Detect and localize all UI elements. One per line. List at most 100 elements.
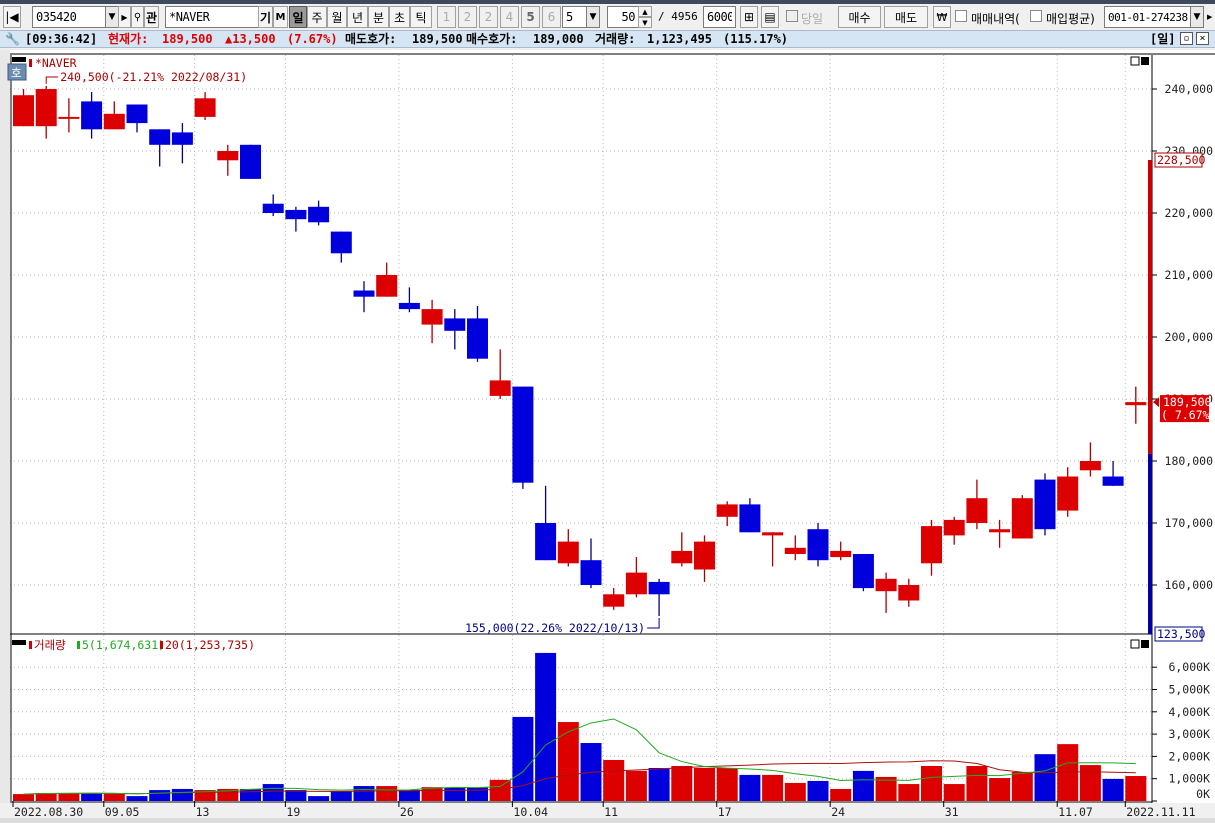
volume-bar[interactable] xyxy=(512,716,534,801)
volume-bar[interactable] xyxy=(807,780,829,801)
candle-body[interactable] xyxy=(353,290,375,297)
candle-body[interactable] xyxy=(13,95,34,127)
candle-body[interactable] xyxy=(398,302,420,310)
candle-body[interactable] xyxy=(285,209,307,220)
candle-body[interactable] xyxy=(444,318,466,331)
candle-body[interactable] xyxy=(648,581,670,595)
volume-bar[interactable] xyxy=(830,788,852,801)
candle-body[interactable] xyxy=(1125,402,1147,406)
candle-body[interactable] xyxy=(830,550,852,558)
candle-body[interactable] xyxy=(694,541,715,570)
volume-bar[interactable] xyxy=(694,767,715,801)
volume-bar[interactable] xyxy=(784,782,806,801)
candle-body[interactable] xyxy=(625,572,647,595)
volume-bar[interactable] xyxy=(943,784,965,801)
candle-body[interactable] xyxy=(330,231,352,254)
volume-bar[interactable] xyxy=(489,779,511,801)
volume-bar[interactable] xyxy=(1079,765,1101,801)
candle-body[interactable] xyxy=(489,380,511,396)
panel-close-button-1[interactable] xyxy=(1141,640,1149,648)
volume-bar[interactable] xyxy=(398,789,420,801)
candle-body[interactable] xyxy=(762,532,784,536)
candle-body[interactable] xyxy=(557,541,579,564)
candle-body[interactable] xyxy=(308,206,330,223)
candle-body[interactable] xyxy=(81,101,103,130)
candle-body[interactable] xyxy=(240,144,261,179)
volume-bar[interactable] xyxy=(285,790,307,801)
volume-bar[interactable] xyxy=(13,794,34,801)
candle-body[interactable] xyxy=(966,498,988,523)
volume-bar[interactable] xyxy=(921,765,942,801)
candle-body[interactable] xyxy=(35,89,57,127)
volume-bar[interactable] xyxy=(1125,776,1147,801)
candle-body[interactable] xyxy=(58,116,80,119)
volume-bar[interactable] xyxy=(1011,772,1033,801)
volume-bar[interactable] xyxy=(603,759,625,801)
panel-maximize-button-0[interactable] xyxy=(1130,56,1140,66)
candle-body[interactable] xyxy=(467,318,488,359)
volume-bar[interactable] xyxy=(103,793,125,801)
volume-bar[interactable] xyxy=(171,788,193,801)
volume-bar[interactable] xyxy=(762,774,784,801)
volume-bar[interactable] xyxy=(739,774,761,801)
volume-bar[interactable] xyxy=(557,722,579,801)
candle-body[interactable] xyxy=(171,132,193,145)
volume-bar[interactable] xyxy=(648,767,670,801)
panel-close-button-0[interactable] xyxy=(1141,57,1149,65)
candle-body[interactable] xyxy=(716,504,738,517)
candle-body[interactable] xyxy=(739,504,761,533)
volume-bar[interactable] xyxy=(421,787,443,801)
candle-body[interactable] xyxy=(1034,479,1056,530)
candle-body[interactable] xyxy=(103,113,125,130)
volume-bar[interactable] xyxy=(308,796,330,801)
candle-body[interactable] xyxy=(875,578,897,592)
panel-menu-icon[interactable] xyxy=(12,57,26,62)
candle-body[interactable] xyxy=(217,151,239,161)
volume-bar[interactable] xyxy=(353,786,375,801)
candle-body[interactable] xyxy=(943,519,965,536)
volume-bar[interactable] xyxy=(330,791,352,801)
volume-bar[interactable] xyxy=(989,778,1011,801)
volume-bar[interactable] xyxy=(58,792,80,801)
volume-bar[interactable] xyxy=(1034,754,1056,801)
volume-bar[interactable] xyxy=(149,790,171,801)
candle-body[interactable] xyxy=(603,594,625,607)
candle-body[interactable] xyxy=(535,523,557,561)
volume-tick-label: 3,000K xyxy=(1168,727,1210,741)
volume-bar[interactable] xyxy=(716,767,738,801)
candle-body[interactable] xyxy=(421,309,443,325)
candle-body[interactable] xyxy=(671,550,693,564)
candle-body[interactable] xyxy=(126,104,148,124)
volume-bar[interactable] xyxy=(966,765,988,801)
volume-bar[interactable] xyxy=(81,792,103,801)
volume-bar[interactable] xyxy=(444,787,466,801)
candle-body[interactable] xyxy=(1102,476,1124,486)
candle-body[interactable] xyxy=(1011,498,1033,539)
candle-body[interactable] xyxy=(1079,461,1101,471)
volume-bar[interactable] xyxy=(898,784,920,801)
volume-bar[interactable] xyxy=(262,784,284,801)
candle-body[interactable] xyxy=(807,529,829,561)
volume-bar[interactable] xyxy=(240,788,261,801)
candle-body[interactable] xyxy=(580,560,602,585)
volume-bar[interactable] xyxy=(376,786,398,801)
candle-body[interactable] xyxy=(149,129,171,145)
candle-body[interactable] xyxy=(852,554,874,589)
candle-body[interactable] xyxy=(989,529,1011,533)
candle-body[interactable] xyxy=(512,386,534,483)
volume-panel-menu-icon[interactable] xyxy=(12,640,26,645)
candle-body[interactable] xyxy=(898,585,920,601)
candle-body[interactable] xyxy=(921,526,942,564)
volume-bar[interactable] xyxy=(671,765,693,801)
panel-maximize-button-1[interactable] xyxy=(1130,639,1140,649)
candle-body[interactable] xyxy=(1057,476,1079,511)
volume-bar[interactable] xyxy=(625,770,647,801)
volume-bar[interactable] xyxy=(1102,778,1124,801)
candle-body[interactable] xyxy=(784,547,806,554)
volume-bar[interactable] xyxy=(852,770,874,801)
candle-body[interactable] xyxy=(376,275,398,297)
candle-body[interactable] xyxy=(262,203,284,213)
volume-bar[interactable] xyxy=(126,796,148,801)
candle-body[interactable] xyxy=(194,98,216,117)
candlestick-chart[interactable]: 240,000230,000220,000210,000200,000190,0… xyxy=(0,0,1215,823)
